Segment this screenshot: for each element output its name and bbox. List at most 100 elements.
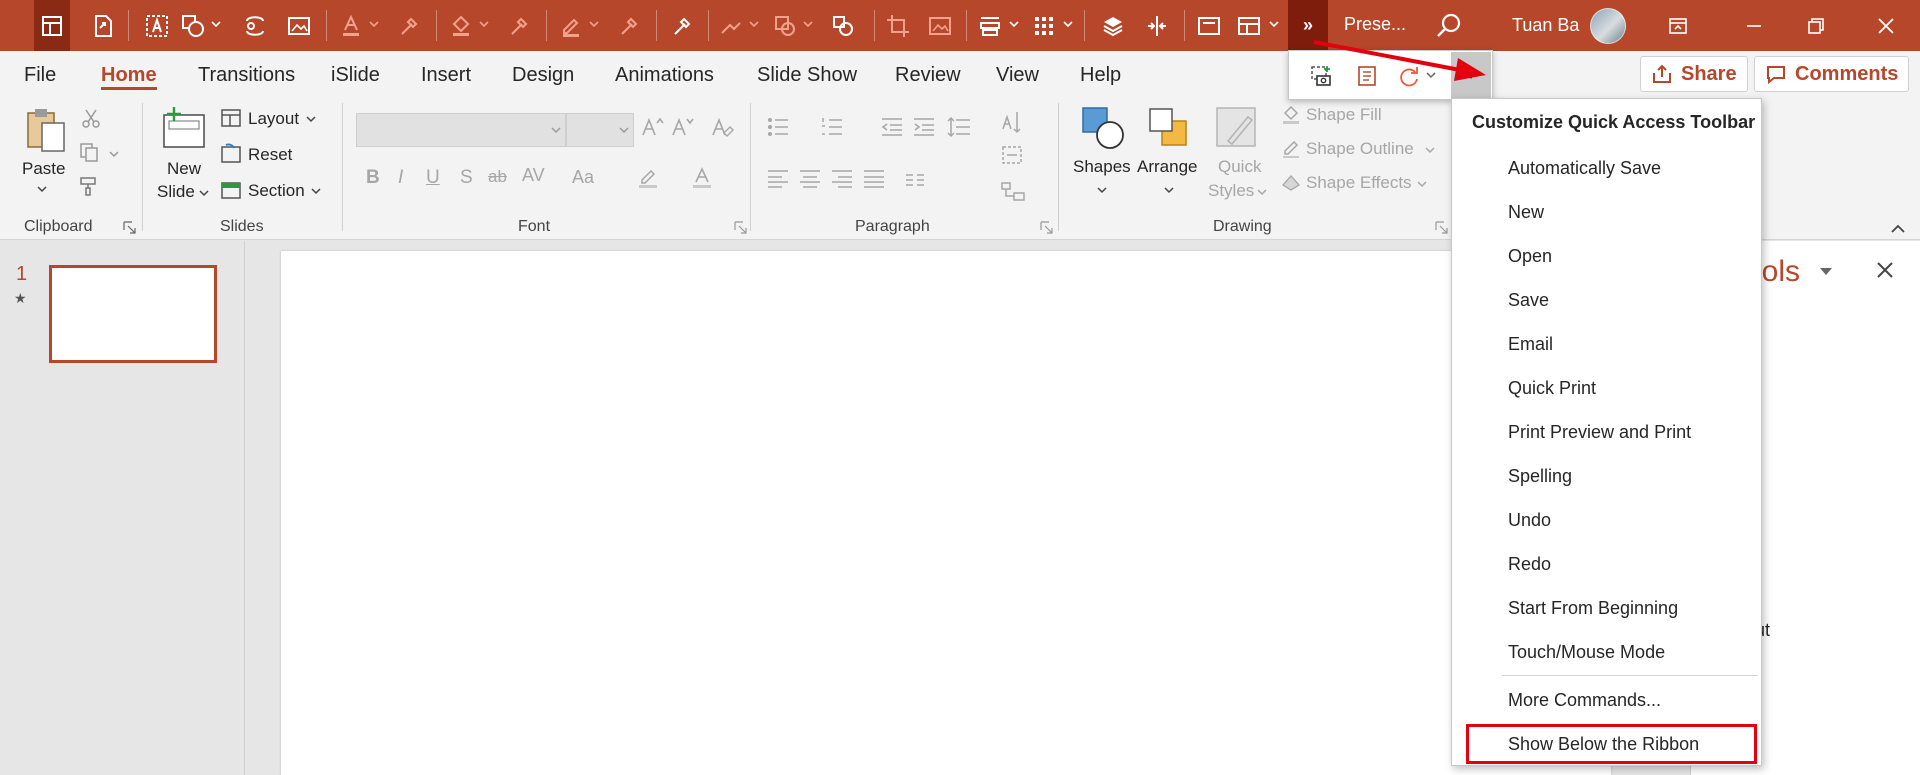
section-icon[interactable] bbox=[220, 179, 242, 201]
menu-item-touch-mouse-mode[interactable]: Touch/Mouse Mode bbox=[1508, 642, 1665, 663]
chevron-down-icon[interactable] bbox=[36, 183, 48, 195]
increase-indent-icon[interactable] bbox=[912, 115, 936, 139]
justify-icon[interactable] bbox=[862, 167, 886, 191]
qat-table-button[interactable] bbox=[1232, 0, 1266, 51]
menu-item-spelling[interactable]: Spelling bbox=[1508, 466, 1572, 487]
menu-item-email[interactable]: Email bbox=[1508, 334, 1553, 355]
menu-item-print-preview[interactable]: Print Preview and Print bbox=[1508, 422, 1691, 443]
dialog-launcher-icon[interactable] bbox=[1040, 221, 1053, 234]
qat-edit-shape-button[interactable] bbox=[826, 0, 860, 51]
chevron-down-icon[interactable] bbox=[368, 18, 380, 30]
shape-outline-icon[interactable] bbox=[1280, 137, 1302, 159]
slide-thumbnail[interactable] bbox=[49, 265, 217, 363]
decrease-indent-icon[interactable] bbox=[880, 115, 904, 139]
menu-item-save[interactable]: Save bbox=[1508, 290, 1549, 311]
menu-item-open[interactable]: Open bbox=[1508, 246, 1552, 267]
qat-shapes-button[interactable] bbox=[178, 0, 208, 51]
tab-animations[interactable]: Animations bbox=[615, 64, 714, 87]
qat-distribute-button[interactable] bbox=[1140, 0, 1174, 51]
quick-styles-label-2[interactable]: Styles bbox=[1208, 181, 1254, 201]
tab-view[interactable]: View bbox=[996, 64, 1039, 87]
close-icon[interactable] bbox=[1874, 259, 1896, 281]
dialog-launcher-icon[interactable] bbox=[734, 221, 747, 234]
qat-layers-button[interactable] bbox=[1096, 0, 1130, 51]
qat-align-button[interactable] bbox=[974, 0, 1006, 51]
qat-image-button[interactable] bbox=[924, 0, 956, 51]
text-direction-icon[interactable] bbox=[1000, 109, 1024, 137]
menu-item-quick-print[interactable]: Quick Print bbox=[1508, 378, 1596, 399]
new-slide-label[interactable]: New bbox=[167, 159, 201, 179]
qat-line-style-button[interactable] bbox=[716, 0, 746, 51]
underline-button[interactable]: U bbox=[426, 167, 440, 189]
qat-shape-button[interactable] bbox=[770, 0, 800, 51]
chevron-down-icon[interactable] bbox=[1416, 178, 1428, 190]
menu-item-automatically-save[interactable]: Automatically Save bbox=[1508, 158, 1661, 179]
qat-outline-eyedropper-button[interactable] bbox=[614, 0, 644, 51]
shape-effects-label[interactable]: Shape Effects bbox=[1306, 173, 1412, 193]
copy-icon[interactable] bbox=[78, 141, 100, 163]
character-spacing-button[interactable]: AV bbox=[522, 165, 545, 186]
menu-item-redo[interactable]: Redo bbox=[1508, 554, 1551, 575]
quick-styles-label[interactable]: Quick bbox=[1218, 157, 1261, 177]
layout-label[interactable]: Layout bbox=[248, 109, 299, 129]
columns-icon[interactable] bbox=[904, 169, 926, 191]
chevron-down-icon[interactable] bbox=[1008, 18, 1020, 30]
dialog-launcher-icon[interactable] bbox=[1435, 221, 1448, 234]
numbering-icon[interactable] bbox=[820, 115, 844, 139]
user-name[interactable]: Tuan Ba bbox=[1512, 15, 1579, 36]
qat-eyedropper-button[interactable] bbox=[394, 0, 424, 51]
ribbon-display-options-button[interactable] bbox=[1650, 0, 1706, 51]
tab-design[interactable]: Design bbox=[512, 64, 574, 87]
font-name-combo[interactable] bbox=[356, 113, 566, 147]
bold-button[interactable]: B bbox=[366, 167, 380, 189]
chevron-down-icon[interactable] bbox=[1268, 18, 1280, 30]
chevron-down-icon[interactable] bbox=[210, 18, 222, 30]
shape-effects-icon[interactable] bbox=[1280, 171, 1302, 193]
chevron-down-icon[interactable] bbox=[802, 18, 814, 30]
tab-islide[interactable]: iSlide bbox=[331, 64, 380, 87]
tab-slide-show[interactable]: Slide Show bbox=[757, 64, 857, 87]
qat-fill-color-button[interactable] bbox=[446, 0, 476, 51]
align-center-icon[interactable] bbox=[798, 167, 822, 191]
paste-icon[interactable] bbox=[24, 107, 68, 155]
slide-canvas[interactable] bbox=[281, 251, 1611, 775]
change-case-button[interactable]: Aa bbox=[572, 167, 594, 188]
qat-format-painter-button[interactable] bbox=[666, 0, 698, 51]
line-spacing-icon[interactable] bbox=[946, 115, 972, 139]
shape-outline-label[interactable]: Shape Outline bbox=[1306, 139, 1414, 159]
reset-icon[interactable] bbox=[220, 143, 242, 165]
align-right-icon[interactable] bbox=[830, 167, 854, 191]
chevron-down-icon[interactable] bbox=[1096, 184, 1108, 196]
qat-slide-view-button[interactable] bbox=[1192, 0, 1226, 51]
menu-item-undo[interactable]: Undo bbox=[1508, 510, 1551, 531]
tab-review[interactable]: Review bbox=[895, 64, 961, 87]
cut-icon[interactable] bbox=[80, 107, 102, 129]
qat-fill-eyedropper-button[interactable] bbox=[504, 0, 534, 51]
tab-home[interactable]: Home bbox=[101, 64, 157, 87]
format-painter-icon[interactable] bbox=[78, 175, 100, 197]
smartart-icon[interactable] bbox=[1000, 179, 1026, 203]
chevron-down-icon[interactable] bbox=[305, 113, 317, 125]
quick-styles-icon[interactable] bbox=[1214, 105, 1260, 151]
chevron-down-icon[interactable] bbox=[1062, 18, 1074, 30]
tab-help[interactable]: Help bbox=[1080, 64, 1121, 87]
chevron-down-icon[interactable] bbox=[1256, 186, 1268, 198]
share-button[interactable]: Share bbox=[1640, 56, 1748, 92]
chevron-down-icon[interactable] bbox=[1424, 144, 1436, 156]
qat-export-button[interactable] bbox=[86, 0, 120, 51]
collapse-ribbon-icon[interactable] bbox=[1890, 222, 1906, 234]
decrease-font-size-icon[interactable] bbox=[670, 115, 694, 139]
align-text-icon[interactable] bbox=[1000, 143, 1026, 167]
dialog-launcher-icon[interactable] bbox=[123, 221, 136, 234]
chevron-down-icon[interactable] bbox=[310, 185, 322, 197]
qat-crop-button[interactable] bbox=[882, 0, 914, 51]
bullets-icon[interactable] bbox=[766, 115, 790, 139]
shapes-label[interactable]: Shapes bbox=[1073, 157, 1131, 177]
chevron-down-icon[interactable] bbox=[748, 18, 760, 30]
chevron-down-icon[interactable] bbox=[478, 18, 490, 30]
italic-button[interactable]: I bbox=[398, 167, 403, 189]
tab-transitions[interactable]: Transitions bbox=[198, 64, 295, 87]
paste-label[interactable]: Paste bbox=[22, 159, 65, 179]
clear-formatting-icon[interactable] bbox=[710, 115, 734, 139]
qat-picture-button[interactable] bbox=[282, 0, 316, 51]
